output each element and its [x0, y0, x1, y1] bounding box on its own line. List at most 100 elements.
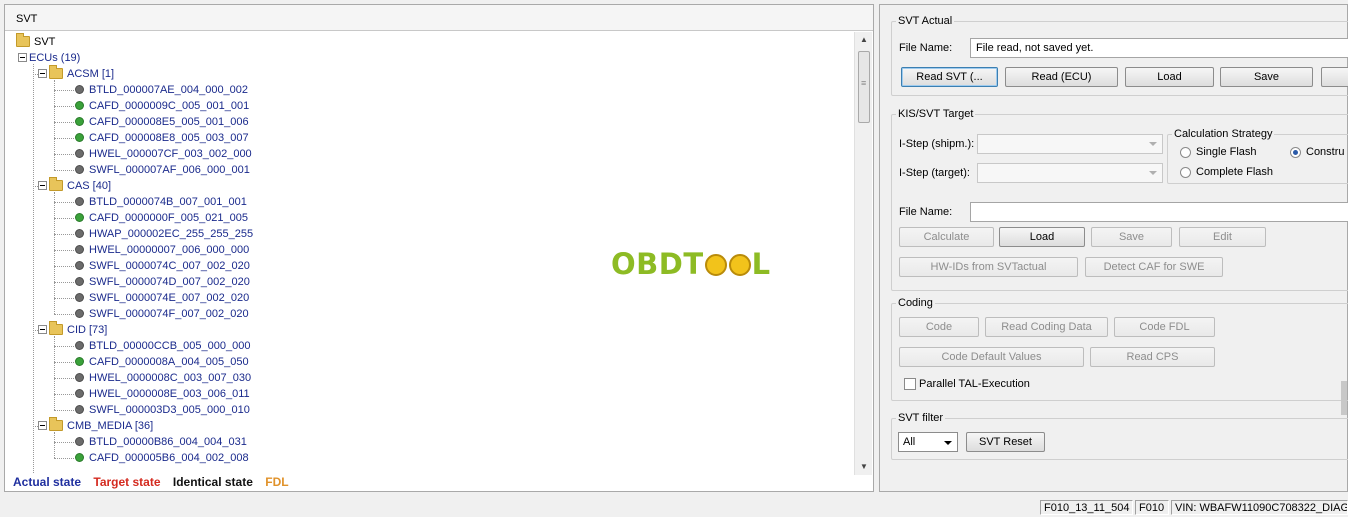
svt-actual-file-name-field[interactable]: File read, not saved yet. [970, 38, 1348, 58]
tree-leaf-svt-item[interactable]: CAFD_000008E8_005_003_007 [76, 130, 249, 146]
scroll-thumb[interactable] [858, 51, 870, 123]
tree-connector-line [54, 138, 74, 139]
tree-leaf-svt-item[interactable]: HWAP_000002EC_255_255_255 [76, 226, 253, 242]
svt-reset-button[interactable]: SVT Reset [966, 432, 1045, 452]
tree-connector-line [54, 282, 74, 283]
tree-connector-line [54, 234, 74, 235]
tree-leaf-svt-item[interactable]: CAFD_0000000F_005_021_005 [76, 210, 248, 226]
tree-node-ecus[interactable]: ECUs (19) [18, 50, 80, 66]
right-panel-scrollbar[interactable] [1341, 381, 1347, 415]
tree-leaf-svt-item[interactable]: CAFD_0000008A_004_005_050 [76, 354, 249, 370]
tree-node-ecu-group[interactable]: CAS [40] [38, 176, 111, 194]
hwids-from-svtactual-button[interactable]: HW-IDs from SVTactual [899, 257, 1078, 277]
svt-actual-group: SVT Actual File Name: File read, not sav… [891, 15, 1348, 96]
svt-actual-save-button[interactable]: Save [1220, 67, 1313, 87]
target-load-button[interactable]: Load [999, 227, 1085, 247]
tree-connector-line [54, 432, 55, 458]
svt-filter-select[interactable]: All [898, 432, 958, 452]
tree-connector-line [54, 122, 74, 123]
legend-fdl: FDL [265, 475, 289, 489]
state-legend: Actual state Target state Identical stat… [13, 475, 298, 491]
ecu-status-dot-icon [76, 117, 83, 125]
ecu-status-dot-icon [76, 405, 83, 413]
tree-connector-line [54, 154, 74, 155]
tree-connector-line [54, 378, 74, 379]
tree-leaf-svt-item[interactable]: SWFL_0000074F_007_002_020 [76, 306, 249, 322]
construct-radio[interactable] [1290, 147, 1301, 158]
tree-leaf-svt-item[interactable]: SWFL_0000074D_007_002_020 [76, 274, 250, 290]
collapse-toggle-icon[interactable] [38, 324, 47, 334]
scroll-up-arrow-icon[interactable]: ▲ [855, 32, 873, 48]
istep-target-combo[interactable] [977, 163, 1163, 183]
code-default-values-button[interactable]: Code Default Values [899, 347, 1084, 367]
ecu-status-dot-icon [76, 309, 83, 317]
single-flash-radio[interactable] [1180, 147, 1191, 158]
tree-leaf-svt-item[interactable]: HWEL_00000007_006_000_000 [76, 242, 249, 258]
parallel-tal-checkbox[interactable] [904, 378, 916, 390]
collapse-toggle-icon[interactable] [18, 52, 27, 62]
collapse-toggle-icon[interactable] [38, 180, 47, 190]
svt-filter-group: SVT filter All SVT Reset [891, 412, 1348, 460]
read-cps-button[interactable]: Read CPS [1090, 347, 1215, 367]
edit-button[interactable]: Edit [1179, 227, 1266, 247]
tree-leaf-svt-item[interactable]: BTLD_00000B86_004_004_031 [76, 434, 247, 450]
tree-leaf-svt-item[interactable]: SWFL_0000074E_007_002_020 [76, 290, 249, 306]
tree-leaf-svt-item[interactable]: CAFD_000005B6_004_002_008 [76, 450, 249, 466]
svt-filter-selected: All [903, 436, 916, 448]
legend-target-state: Target state [93, 475, 161, 489]
ecu-status-dot-icon [76, 197, 83, 205]
detect-caf-button[interactable]: Detect CAF for SWE [1085, 257, 1223, 277]
target-file-name-field[interactable] [970, 202, 1348, 222]
calc-strategy-title: Calculation Strategy [1172, 128, 1275, 140]
ecu-status-dot-icon [76, 261, 83, 269]
tree-leaf-svt-item[interactable]: HWEL_0000008E_003_006_011 [76, 386, 250, 402]
ecu-status-dot-icon [76, 453, 83, 461]
tree-connector-line [54, 106, 74, 107]
istep-target-label: I-Step (target): [899, 167, 970, 179]
ecu-status-dot-icon [76, 149, 83, 157]
folder-icon [49, 416, 63, 431]
complete-flash-label: Complete Flash [1196, 166, 1274, 178]
ecu-status-dot-icon [76, 245, 83, 253]
tree-leaf-svt-item[interactable]: CAFD_0000009C_005_001_001 [76, 98, 249, 114]
ecu-status-dot-icon [76, 229, 83, 237]
chevron-down-icon [1149, 171, 1157, 175]
tree-node-ecu-group[interactable]: ACSM [1] [38, 64, 114, 82]
tree-leaf-svt-item[interactable]: HWEL_0000008C_003_007_030 [76, 370, 251, 386]
ecu-status-dot-icon [76, 85, 83, 93]
tree-leaf-svt-item[interactable]: SWFL_000007AF_006_000_001 [76, 162, 250, 178]
collapse-toggle-icon[interactable] [38, 420, 47, 430]
code-button[interactable]: Code [899, 317, 979, 337]
tree-leaf-svt-item[interactable]: HWEL_000007CF_003_002_000 [76, 146, 252, 162]
target-save-button[interactable]: Save [1091, 227, 1172, 247]
read-ecu-button[interactable]: Read (ECU) [1005, 67, 1118, 87]
tree-leaf-svt-item[interactable]: SWFL_0000074C_007_002_020 [76, 258, 250, 274]
folder-icon [16, 32, 30, 47]
svt-actual-load-button[interactable]: Load [1125, 67, 1214, 87]
scroll-down-arrow-icon[interactable]: ▼ [855, 459, 873, 475]
read-coding-data-button[interactable]: Read Coding Data [985, 317, 1108, 337]
tree-leaf-svt-item[interactable]: CAFD_000008E5_005_001_006 [76, 114, 249, 130]
tree-node-ecu-group[interactable]: CID [73] [38, 320, 107, 338]
collapse-toggle-icon[interactable] [38, 68, 47, 78]
tree-leaf-svt-item[interactable]: SWFL_000003D3_005_000_010 [76, 402, 250, 418]
tree-scrollbar[interactable]: ▲ ▼ [854, 32, 872, 475]
read-svt-button[interactable]: Read SVT (... [901, 67, 998, 87]
svt-actual-extra-button[interactable] [1321, 67, 1348, 87]
calculate-button[interactable]: Calculate [899, 227, 994, 247]
tree-leaf-svt-item[interactable]: BTLD_000007AE_004_000_002 [76, 82, 248, 98]
tree-connector-line [54, 458, 74, 459]
istep-shipm-combo[interactable] [977, 134, 1163, 154]
code-fdl-button[interactable]: Code FDL [1114, 317, 1215, 337]
tree-node-svt-root[interactable]: SVT [16, 32, 55, 50]
status-bar: F010_13_11_504 F010 VIN: WBAFW11090C7083… [0, 497, 1348, 517]
complete-flash-radio[interactable] [1180, 167, 1191, 178]
tree-leaf-svt-item[interactable]: BTLD_0000074B_007_001_001 [76, 194, 247, 210]
file-name-label: File Name: [899, 42, 953, 54]
coding-title: Coding [896, 297, 935, 309]
tree-leaf-svt-item[interactable]: BTLD_00000CCB_005_000_000 [76, 338, 250, 354]
tree-connector-line [54, 80, 55, 170]
laughing-face-icon [704, 254, 727, 276]
tree-node-ecu-group[interactable]: CMB_MEDIA [36] [38, 416, 153, 434]
tree-connector-line [54, 202, 74, 203]
